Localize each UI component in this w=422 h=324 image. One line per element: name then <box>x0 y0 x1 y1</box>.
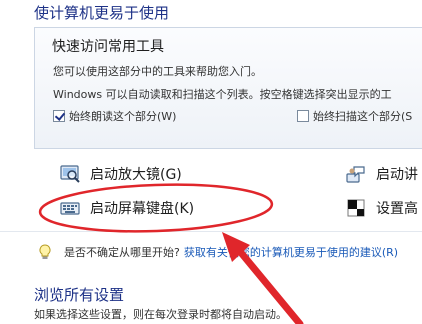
quick-access-title: 快速访问常用工具 <box>52 39 164 55</box>
start-onscreen-keyboard-link[interactable]: 启动屏幕键盘(K) <box>60 197 194 219</box>
browse-all-settings-description: 如果选择这些设置，则在每次登录时都将自动启动。 <box>34 308 287 321</box>
browse-all-settings-title: 浏览所有设置 <box>34 286 125 304</box>
page-title: 使计算机更易于使用 <box>34 4 170 22</box>
separator <box>0 231 422 232</box>
start-magnifier-label: 启动放大镜(G) <box>90 167 182 183</box>
start-narrator-link[interactable]: 启动讲 <box>346 163 418 185</box>
start-magnifier-link[interactable]: 启动放大镜(G) <box>60 163 182 185</box>
set-high-contrast-label: 设置高 <box>376 201 418 217</box>
tip-text: 是否不确定从哪里开始? <box>64 246 180 259</box>
read-aloud-label: 始终朗读这个部分(W) <box>69 110 177 123</box>
keyboard-icon <box>60 202 80 215</box>
quick-access-scan-text: Windows 可以自动读取和扫描这个列表。按空格键选择突出显示的工 <box>53 88 392 101</box>
auto-scan-option[interactable]: 始终扫描这个部分(S <box>297 108 412 124</box>
magnifier-icon <box>60 165 80 183</box>
read-aloud-checkbox[interactable] <box>53 110 65 122</box>
start-onscreen-keyboard-label: 启动屏幕键盘(K) <box>90 201 195 217</box>
start-narrator-label: 启动讲 <box>376 167 418 183</box>
read-aloud-option[interactable]: 始终朗读这个部分(W) <box>53 108 176 124</box>
quick-access-description: 您可以使用这部分中的工具来帮助您入门。 <box>53 65 262 78</box>
contrast-icon <box>347 199 365 217</box>
tip-bar: 是否不确定从哪里开始? 获取有关使您的计算机更易于使用的建议(R) <box>38 243 398 261</box>
auto-scan-checkbox[interactable] <box>297 110 309 122</box>
narrator-icon <box>346 166 365 183</box>
lightbulb-icon <box>39 244 51 259</box>
auto-scan-label: 始终扫描这个部分(S <box>313 110 413 123</box>
quick-access-panel: 快速访问常用工具 您可以使用这部分中的工具来帮助您入门。 Windows 可以自… <box>34 27 422 149</box>
recommendations-link[interactable]: 获取有关使您的计算机更易于使用的建议(R) <box>184 244 398 260</box>
set-high-contrast-link[interactable]: 设置高 <box>346 197 418 219</box>
